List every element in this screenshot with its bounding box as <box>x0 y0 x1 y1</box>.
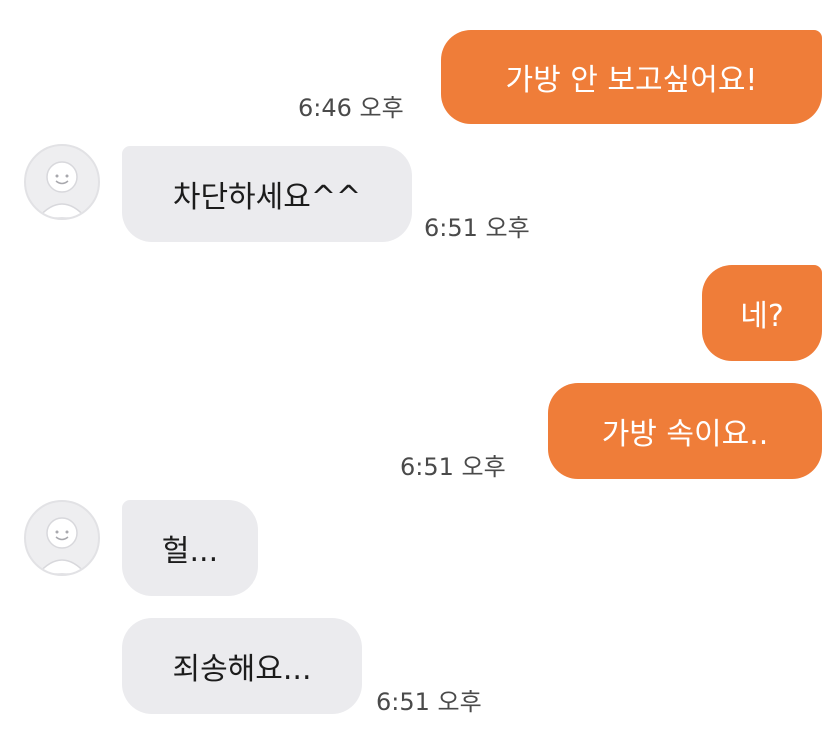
message-text: 차단하세요^^ <box>172 180 362 215</box>
message-text: 가방 안 보고싶어요! <box>505 63 758 98</box>
received-message-bubble[interactable]: 헐... <box>122 500 258 596</box>
sent-message-bubble[interactable]: 가방 안 보고싶어요! <box>441 30 822 124</box>
message-text: 네? <box>740 299 784 334</box>
avatar-icon[interactable] <box>24 500 100 576</box>
sent-message-bubble[interactable]: 네? <box>702 265 822 361</box>
avatar-icon[interactable] <box>24 144 100 220</box>
message-text: 죄송해요... <box>172 652 312 687</box>
message-text: 헐... <box>161 534 219 569</box>
message-text: 가방 속이요.. <box>601 417 769 452</box>
message-timestamp: 6:51 오후 <box>376 688 482 716</box>
received-message-bubble[interactable]: 차단하세요^^ <box>122 146 412 242</box>
message-timestamp: 6:46 오후 <box>298 94 404 122</box>
sent-message-bubble[interactable]: 가방 속이요.. <box>548 383 822 479</box>
received-message-bubble[interactable]: 죄송해요... <box>122 618 362 714</box>
message-timestamp: 6:51 오후 <box>400 453 506 481</box>
message-timestamp: 6:51 오후 <box>424 214 530 242</box>
